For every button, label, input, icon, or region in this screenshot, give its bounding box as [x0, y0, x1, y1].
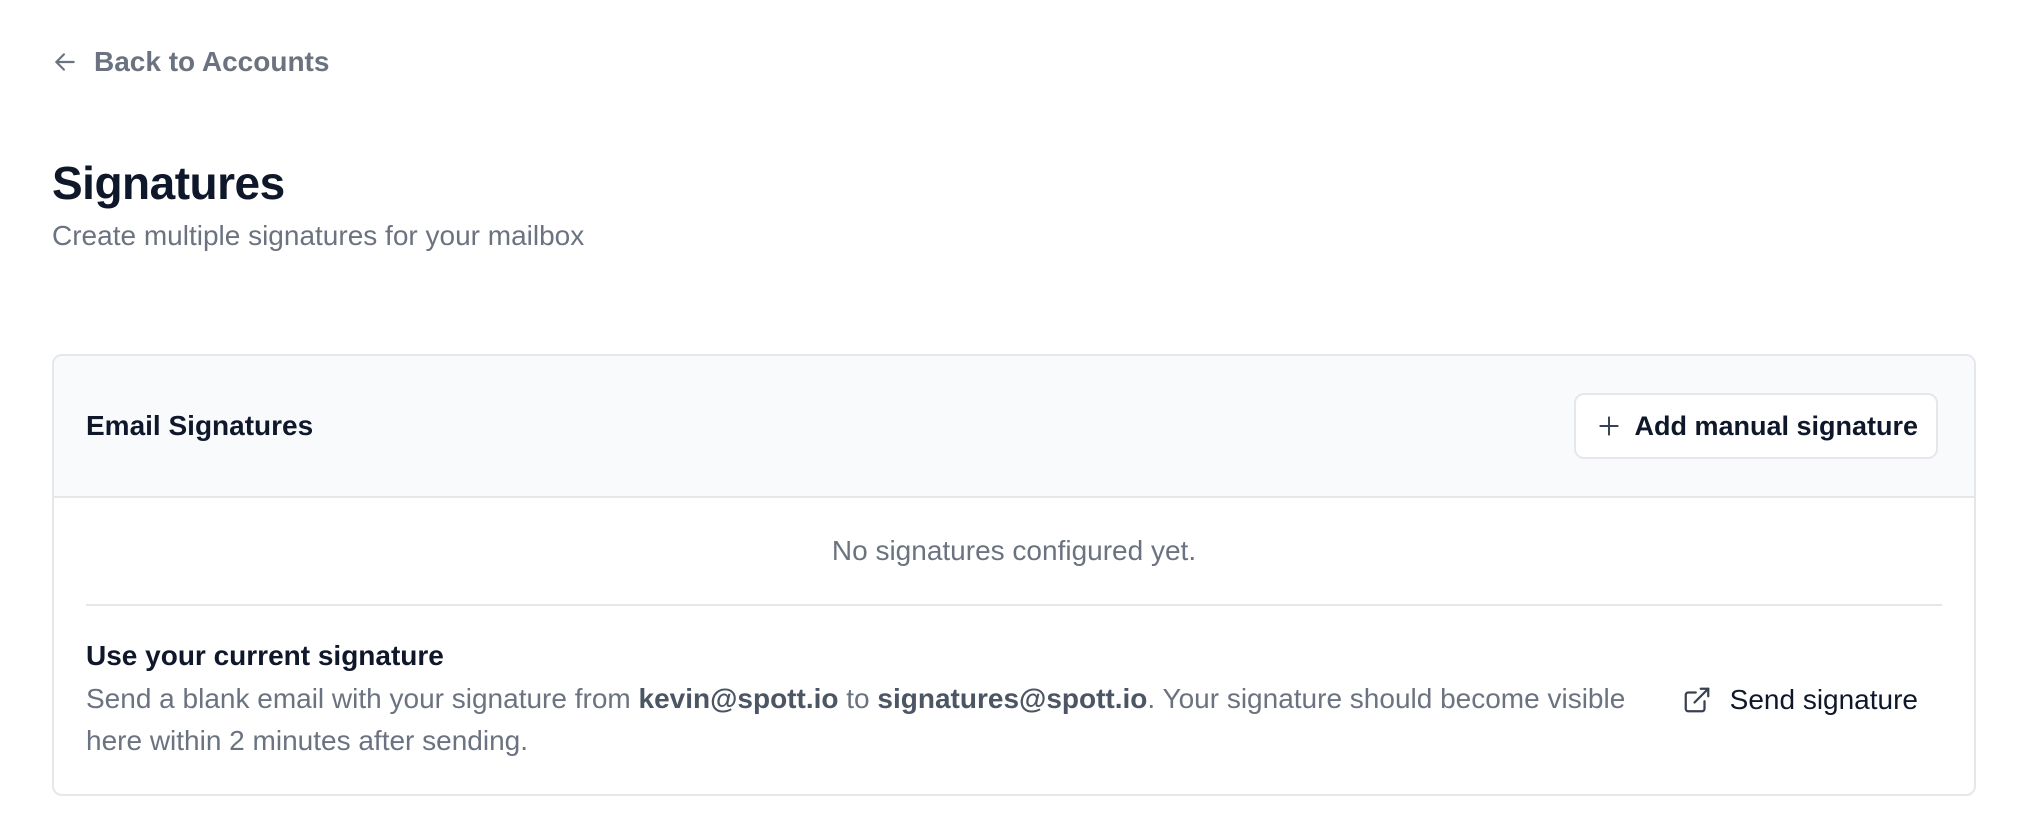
current-signature-text: Use your current signature Send a blank … [86, 640, 1666, 762]
from-email: kevin@spott.io [638, 683, 839, 714]
to-email: signatures@spott.io [877, 683, 1148, 714]
desc-part-2: to [838, 683, 878, 714]
current-signature-description: Send a blank email with your signature f… [86, 678, 1666, 762]
page-subtitle: Create multiple signatures for your mail… [52, 220, 585, 251]
current-signature-section: Use your current signature Send a blank … [54, 606, 1974, 762]
desc-part-1: Send a blank email with your signature f… [86, 683, 639, 714]
back-to-accounts-link[interactable]: Back to Accounts [52, 46, 329, 78]
page-title: Signatures [52, 157, 285, 209]
send-signature-button[interactable]: Send signature [1682, 684, 1918, 716]
current-signature-title: Use your current signature [86, 640, 444, 671]
send-signature-label: Send signature [1729, 684, 1918, 715]
card-header: Email Signatures Add manual signature [54, 356, 1974, 498]
add-manual-signature-button[interactable]: Add manual signature [1574, 393, 1938, 459]
card-title: Email Signatures [86, 410, 314, 441]
external-link-icon [1682, 685, 1712, 715]
email-signatures-card: Email Signatures Add manual signature No… [52, 354, 1976, 796]
arrow-left-icon [52, 49, 78, 75]
plus-icon [1596, 413, 1622, 439]
add-manual-signature-label: Add manual signature [1634, 410, 1918, 441]
empty-state-message: No signatures configured yet. [86, 498, 1942, 606]
back-link-label: Back to Accounts [94, 46, 330, 77]
